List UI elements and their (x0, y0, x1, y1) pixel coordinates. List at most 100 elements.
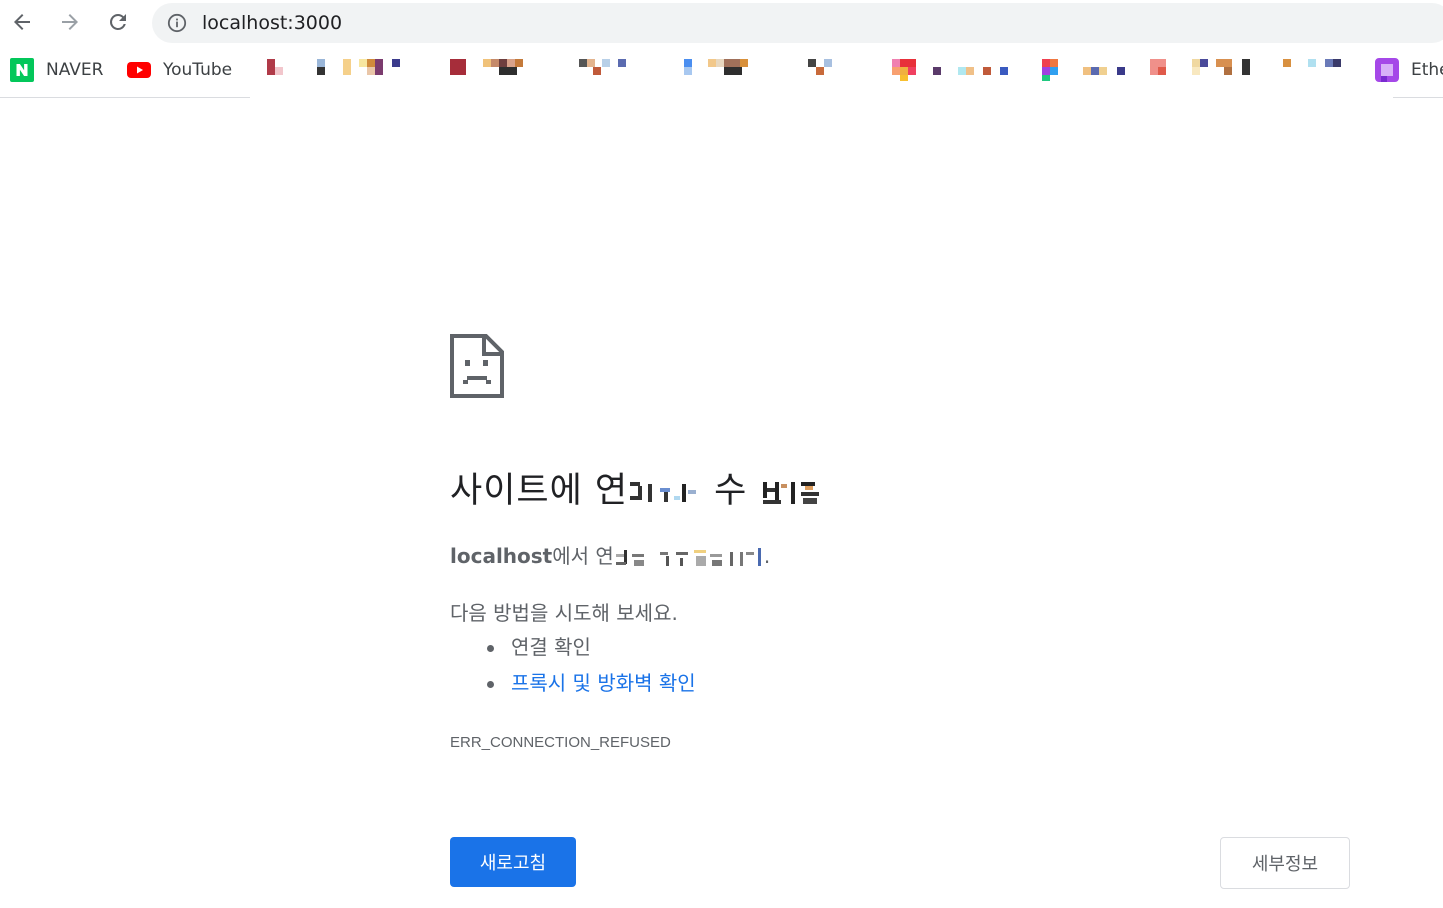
redacted-icon (499, 67, 517, 75)
headline-text: 수 (714, 471, 748, 511)
redacted-text (614, 546, 764, 570)
redacted-icon (1325, 59, 1333, 67)
redacted-icon (716, 59, 724, 67)
redacted-icon (1117, 67, 1125, 75)
suggestions-list: 연결 확인 프록시 및 방화벽 확인 (483, 633, 696, 705)
redacted-icon (587, 59, 595, 67)
redacted-icon (593, 67, 601, 75)
redacted-icon (483, 59, 491, 67)
redacted-icon (450, 59, 466, 75)
redacted-icon (367, 67, 375, 75)
url-text: localhost:3000 (202, 12, 343, 34)
redacted-icon (684, 59, 692, 67)
info-icon[interactable] (167, 13, 187, 33)
redacted-icon (816, 67, 824, 75)
redacted-icon (966, 67, 974, 75)
redacted-icon (343, 59, 351, 75)
reload-nav-button[interactable] (102, 6, 134, 38)
bookmarks-bar: NAVER YouTube Eth (0, 50, 1443, 90)
redacted-icon (824, 59, 832, 67)
list-item: 연결 확인 (483, 633, 696, 669)
bookmark-label: YouTube (163, 60, 233, 80)
youtube-icon (127, 62, 151, 78)
redacted-icon (1091, 67, 1099, 75)
arrow-left-icon (14, 14, 30, 30)
redacted-icon (317, 67, 325, 75)
redacted-text (628, 474, 702, 510)
redacted-icon (1200, 59, 1208, 67)
redacted-icon (933, 67, 941, 75)
redacted-icon (900, 75, 908, 81)
redacted-icon (1050, 67, 1058, 75)
redacted-icon (1224, 67, 1232, 75)
redacted-icon (1050, 59, 1058, 67)
redacted-icon (359, 59, 367, 67)
redacted-icon (900, 67, 908, 75)
description-text: 에서 연 (552, 544, 614, 568)
host-name: localhost (450, 544, 553, 568)
redacted-icon (491, 59, 499, 67)
reload-icon (110, 14, 126, 30)
redacted-icon (602, 59, 610, 67)
redacted-icon (1308, 59, 1316, 67)
address-bar[interactable]: localhost:3000 (152, 3, 1443, 43)
redacted-icon (367, 59, 375, 67)
bookmark-ethe[interactable]: Ethe (1375, 58, 1443, 82)
bookmark-label: NAVER (46, 60, 104, 80)
redacted-icon (983, 67, 991, 75)
redacted-icon (1192, 59, 1200, 67)
redacted-icon (724, 67, 742, 75)
suggestion-text: 연결 확인 (511, 635, 591, 659)
forward-button[interactable] (54, 6, 86, 38)
redacted-icon (1283, 59, 1291, 67)
redacted-icon (892, 67, 900, 75)
redacted-icon (1042, 75, 1050, 81)
redacted-icon (958, 67, 966, 75)
redacted-icon (275, 67, 283, 75)
redacted-text (761, 474, 831, 510)
redacted-icon (1333, 59, 1341, 67)
arrow-right-icon (62, 14, 78, 30)
bookmark-youtube[interactable]: YouTube (127, 58, 232, 82)
suggestions-title: 다음 방법을 시도해 보세요. (450, 601, 678, 625)
redacted-icon (708, 59, 716, 67)
error-headline: 사이트에 연 수 (450, 462, 831, 513)
redacted-icon (499, 59, 507, 67)
bookmark-naver[interactable]: NAVER (10, 58, 103, 82)
redacted-icon (684, 67, 692, 75)
purple-app-icon (1375, 58, 1399, 82)
back-button[interactable] (6, 6, 38, 38)
redacted-icon (1216, 59, 1232, 67)
redacted-icon (515, 59, 523, 67)
redacted-icon (317, 59, 325, 67)
redacted-icon (724, 59, 740, 67)
redacted-icon (900, 59, 916, 67)
redacted-icon (1242, 59, 1250, 75)
redacted-icon (1042, 59, 1050, 67)
redacted-icon (579, 59, 587, 67)
redacted-icon (1083, 67, 1091, 75)
divider (0, 97, 250, 98)
list-item: 프록시 및 방화벽 확인 (483, 669, 696, 705)
redacted-icon (1099, 67, 1107, 75)
bookmark-label: Ethe (1411, 60, 1443, 80)
error-description: localhost에서 연 . (450, 540, 770, 570)
redacted-icon (808, 59, 816, 67)
redacted-icon (1192, 67, 1200, 75)
redacted-icon (267, 59, 275, 75)
details-button[interactable]: 세부정보 (1220, 837, 1350, 889)
redacted-icon (908, 67, 916, 75)
browser-toolbar: localhost:3000 (0, 0, 1443, 46)
reload-button[interactable]: 새로고침 (450, 837, 576, 887)
description-text: . (763, 544, 771, 568)
redacted-icon (740, 59, 748, 67)
redacted-icon (392, 59, 400, 67)
redacted-icon (892, 59, 900, 67)
headline-text: 사이트에 연 (450, 471, 629, 511)
redacted-icon (618, 59, 626, 67)
sad-document-icon (450, 334, 504, 398)
proxy-firewall-link[interactable]: 프록시 및 방화벽 확인 (511, 671, 696, 695)
error-code: ERR_CONNECTION_REFUSED (450, 734, 671, 751)
redacted-icon (1000, 67, 1008, 75)
redacted-icon (375, 59, 383, 75)
